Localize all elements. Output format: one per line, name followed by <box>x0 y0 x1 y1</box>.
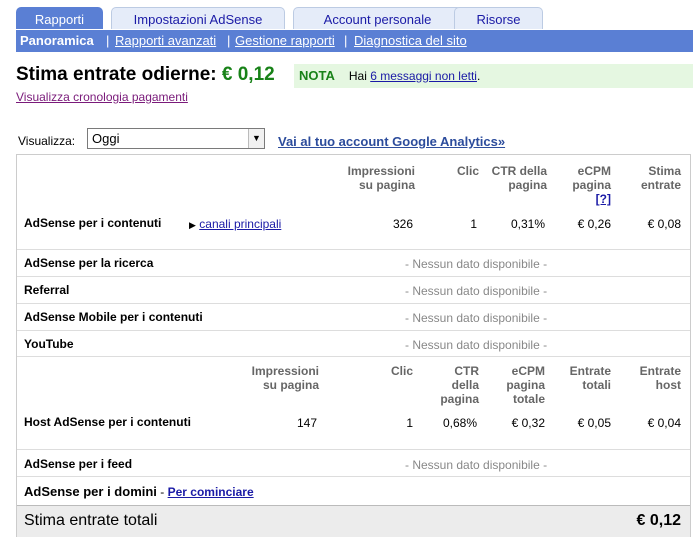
subnav-rapporti-avanzati[interactable]: Rapporti avanzati <box>115 33 216 48</box>
table-row: AdSense per i contenuti ▶ canali princip… <box>17 207 690 245</box>
content-ctr: 0,31% <box>510 217 545 231</box>
no-data-text: - Nessun dato disponibile - <box>405 257 548 271</box>
total-label: Stima entrate totali <box>24 512 158 529</box>
table-row: AdSense per la ricerca - Nessun dato dis… <box>17 249 690 277</box>
col-header-clicks: Clic <box>456 164 479 178</box>
col-header-earnings: Stima entrate <box>640 164 681 192</box>
row-label-feed: AdSense per i feed <box>24 457 133 471</box>
row-label-referral: Referral <box>24 283 70 297</box>
host-col-header-impressions: Impressioni su pagina <box>251 364 319 392</box>
table-row: AdSense per i feed - Nessun dato disponi… <box>17 449 690 477</box>
google-analytics-link[interactable]: Vai al tuo account Google Analytics» <box>278 134 505 149</box>
no-data-text: - Nessun dato disponibile - <box>405 458 548 472</box>
host-header-row: Impressioni su pagina Clic CTR della pagina… <box>17 356 690 411</box>
payment-history-link[interactable]: Visualizza cronologia pagamenti <box>16 90 188 104</box>
unread-messages-link[interactable]: 6 messaggi non letti <box>370 69 477 83</box>
no-data-text: - Nessun dato disponibile - <box>405 338 548 352</box>
period-select-value: Oggi <box>92 131 120 146</box>
note-label: NOTA <box>299 68 335 83</box>
table-row: AdSense Mobile per i contenuti - Nessun … <box>17 303 690 331</box>
tab-rapporti[interactable]: Rapporti <box>16 7 103 29</box>
note-text-end: . <box>476 69 481 83</box>
col-header-impressions: Impressioni su pagina <box>347 164 415 192</box>
host-col-header-ctr: CTR della pagina <box>440 364 479 406</box>
row-label-content: AdSense per i contenuti <box>24 216 162 230</box>
row-label-mobile: AdSense Mobile per i contenuti <box>24 310 203 324</box>
row-label-domains: AdSense per i domini <box>24 484 157 499</box>
row-label-youtube: YouTube <box>24 337 74 351</box>
main-tabs: Rapporti Impostazioni AdSense Account pe… <box>16 7 693 29</box>
domains-separator: - <box>160 485 165 499</box>
table-row: AdSense per i domini - Per cominciare <box>17 476 690 506</box>
subnav-separator: | <box>227 33 231 48</box>
host-col-header-clicks: Clic <box>390 364 413 378</box>
subnav-separator: | <box>106 33 110 48</box>
host-impressions: 147 <box>296 416 317 430</box>
no-data-text: - Nessun dato disponibile - <box>405 311 548 325</box>
today-earnings-amount: € 0,12 <box>221 64 275 85</box>
host-ecpm: € 0,32 <box>511 416 545 430</box>
total-row: Stima entrate totali € 0,12 <box>17 505 690 537</box>
content-header-row: Impressioni su pagina Clic CTR della pagin… <box>17 155 690 207</box>
view-label: Visualizza: <box>18 134 76 148</box>
subnav-gestione-rapporti[interactable]: Gestione rapporti <box>235 33 335 48</box>
row-label-search: AdSense per la ricerca <box>24 256 154 270</box>
period-select[interactable]: Oggi ▼ <box>87 128 265 149</box>
page-title: Stima entrate odierne: € 0,12 <box>16 64 275 86</box>
content-clicks: 1 <box>470 217 477 231</box>
col-header-ecpm: eCPM pagina [?] <box>572 164 611 206</box>
domains-row-content: AdSense per i domini - Per cominciare <box>24 484 254 499</box>
triangle-right-icon[interactable]: ▶ <box>189 220 196 230</box>
no-data-text: - Nessun dato disponibile - <box>405 284 548 298</box>
top-channels-link[interactable]: canali principali <box>199 217 281 231</box>
host-earnings: € 0,04 <box>647 416 681 430</box>
host-col-header-ecpm: eCPM pagina totale <box>506 364 545 406</box>
chevron-down-icon[interactable]: ▼ <box>248 129 264 148</box>
subnav-separator: | <box>344 33 348 48</box>
earnings-table: Impressioni su pagina Clic CTR della pagin… <box>16 154 691 537</box>
row-label-host-content: Host AdSense per i contenuti <box>24 415 191 429</box>
table-row: Host AdSense per i contenuti 147 1 0,68%… <box>17 410 690 448</box>
channels-control: ▶ canali principali <box>189 217 281 231</box>
tab-account-personale[interactable]: Account personale <box>293 7 462 29</box>
note-text: Hai <box>348 69 367 83</box>
content-ecpm: € 0,26 <box>577 217 611 231</box>
host-col-header-host-earnings: Entrate host <box>639 364 681 392</box>
host-col-header-total-earnings: Entrate totali <box>569 364 611 392</box>
subnav-panoramica: Panoramica <box>20 33 94 48</box>
content-impressions: 326 <box>392 217 413 231</box>
ecpm-help-link[interactable]: [?] <box>596 192 611 206</box>
subnav-diagnostica-sito[interactable]: Diagnostica del sito <box>354 33 467 48</box>
page-title-label: Stima entrate odierne: <box>16 64 217 85</box>
total-amount: € 0,12 <box>636 512 681 529</box>
table-row: YouTube - Nessun dato disponibile - <box>17 330 690 357</box>
tab-impostazioni-adsense[interactable]: Impostazioni AdSense <box>111 7 285 29</box>
table-row: Referral - Nessun dato disponibile - <box>17 276 690 304</box>
host-ctr: 0,68% <box>442 416 477 430</box>
host-total-earnings: € 0,05 <box>577 416 611 430</box>
note-banner: NOTA Hai 6 messaggi non letti. <box>294 64 693 88</box>
host-clicks: 1 <box>406 416 413 430</box>
tab-risorse[interactable]: Risorse <box>454 7 543 29</box>
col-header-ctr: CTR della pagina <box>491 164 547 192</box>
sub-navigation: Panoramica | Rapporti avanzati | Gestion… <box>16 30 693 52</box>
get-started-link[interactable]: Per cominciare <box>168 485 254 499</box>
content-earnings: € 0,08 <box>647 217 681 231</box>
